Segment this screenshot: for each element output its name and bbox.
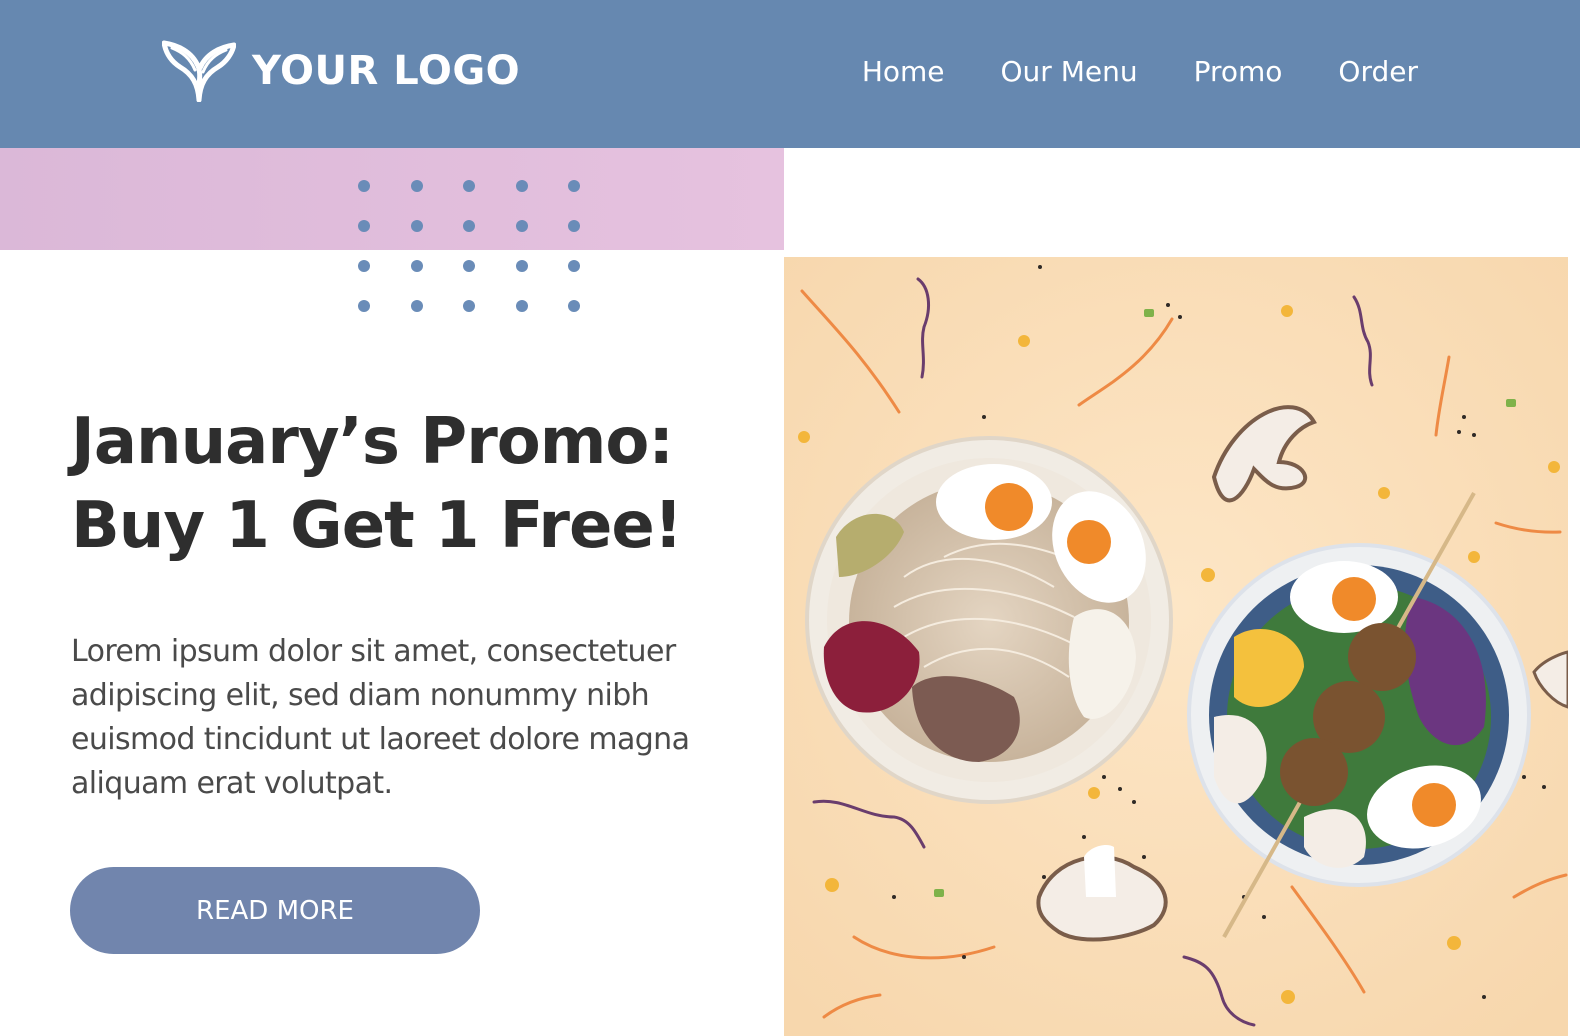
headline-line-1: January’s Promo: (71, 405, 674, 479)
headline-line-2: Buy 1 Get 1 Free! (71, 489, 683, 563)
nav-promo[interactable]: Promo (1194, 55, 1283, 89)
dot (568, 300, 580, 312)
dot (515, 220, 528, 232)
dot (515, 180, 528, 192)
dot (568, 220, 580, 232)
main-nav: Home Our Menu Promo Order (862, 55, 1418, 89)
food-illustration (784, 257, 1568, 1036)
dot (463, 260, 475, 272)
promo-description: Lorem ipsum dolor sit amet, consectetuer… (71, 634, 690, 801)
logo-text: YOUR LOGO (252, 48, 521, 94)
logo[interactable]: YOUR LOGO (162, 38, 520, 104)
nav-our-menu[interactable]: Our Menu (1001, 55, 1138, 89)
dot (463, 180, 475, 192)
dot-grid-decoration (358, 180, 580, 312)
leaf-icon (162, 40, 236, 102)
dot (568, 260, 580, 272)
dot (515, 260, 528, 272)
dot (463, 220, 475, 232)
dot (410, 300, 423, 312)
dot (568, 180, 580, 192)
dot (410, 180, 423, 192)
dot (463, 300, 475, 312)
read-more-button[interactable]: READ MORE (70, 867, 480, 954)
dot (358, 260, 370, 272)
nav-order[interactable]: Order (1338, 55, 1418, 89)
dot (358, 220, 370, 232)
dot (358, 180, 370, 192)
site-header: YOUR LOGO Home Our Menu Promo Order (0, 0, 1580, 148)
dot (410, 260, 423, 272)
promo-headline: January’s Promo: Buy 1 Get 1 Free! (71, 400, 771, 568)
dot (358, 300, 370, 312)
dot (515, 300, 528, 312)
ramen-bowls-photo (784, 257, 1568, 1036)
dot (410, 220, 423, 232)
nav-home[interactable]: Home (862, 55, 945, 89)
